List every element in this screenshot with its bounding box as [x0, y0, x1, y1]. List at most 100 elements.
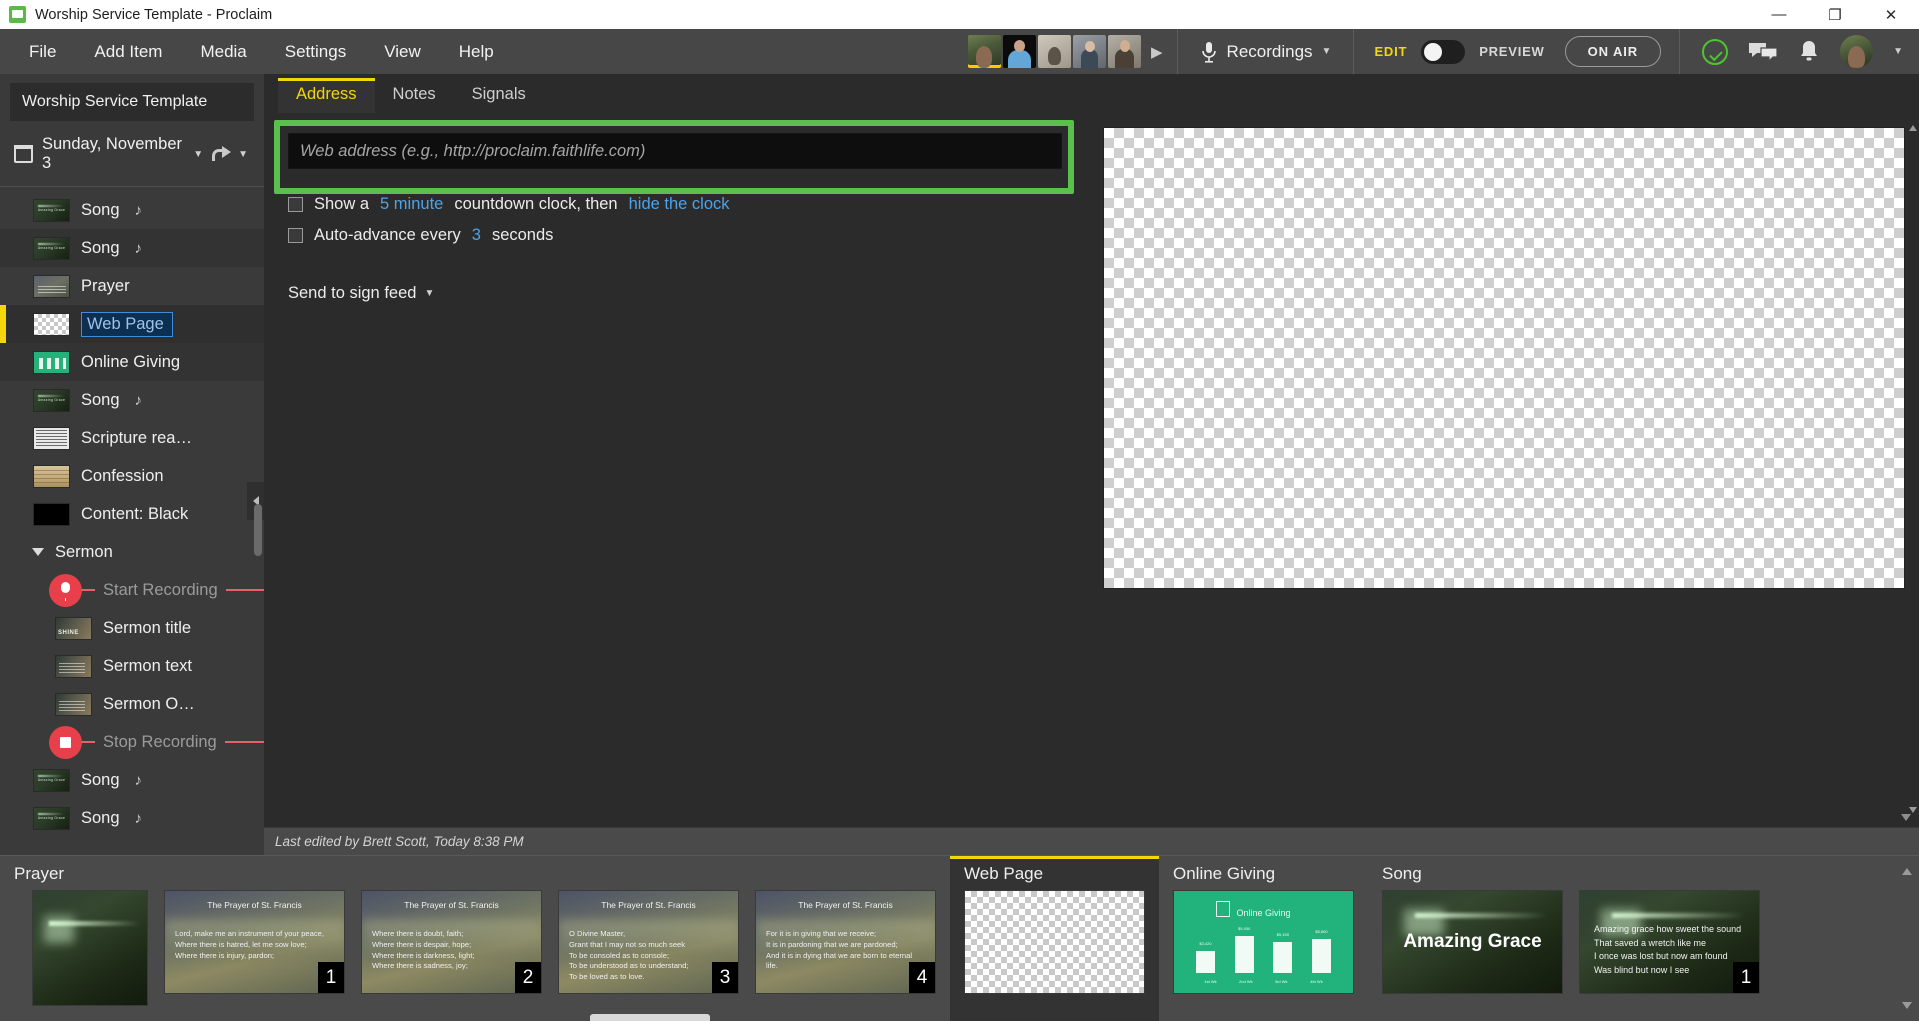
sidebar-scrollbar-thumb[interactable]: [254, 504, 262, 556]
service-item-content-black[interactable]: Content: Black: [0, 495, 264, 533]
auto-advance-checkbox[interactable]: [288, 228, 303, 243]
filmstrip-slide-prayer-2[interactable]: The Prayer of St. Francis Where there is…: [361, 890, 542, 994]
share-menu[interactable]: ▼: [212, 146, 252, 162]
countdown-clock-option-row[interactable]: Show a 5 minute countdown clock, then hi…: [264, 195, 730, 214]
filmstrip-group-title: Web Page: [964, 864, 1044, 883]
user-avatar[interactable]: [1840, 35, 1874, 68]
recordings-menu[interactable]: Recordings ▼: [1178, 29, 1354, 74]
preview-scroll-up-arrow[interactable]: [1908, 125, 1917, 143]
avatars-more-icon[interactable]: ▶: [1143, 43, 1171, 61]
service-item-sermon-title[interactable]: Sermon title: [0, 609, 264, 647]
status-check-icon[interactable]: [1702, 38, 1729, 65]
service-date-label: Sunday, November 3: [42, 135, 183, 172]
avatar-member-5[interactable]: [1108, 35, 1141, 68]
tab-address[interactable]: Address: [278, 78, 375, 113]
menu-file[interactable]: File: [10, 29, 75, 74]
maximize-button[interactable]: ❐: [1807, 0, 1863, 29]
auto-advance-prefix-label: Auto-advance every: [314, 226, 461, 244]
service-item-song-4[interactable]: Song ♪: [0, 761, 264, 799]
service-item-sermon-outline[interactable]: Sermon O…: [0, 685, 264, 723]
service-item-song-3[interactable]: Song ♪: [0, 381, 264, 419]
chat-bubbles-icon[interactable]: [1748, 41, 1778, 63]
service-item-prayer[interactable]: Prayer: [0, 267, 264, 305]
item-thumbnail: [55, 616, 92, 640]
bell-icon[interactable]: [1798, 39, 1820, 64]
service-item-web-page[interactable]: [0, 305, 264, 343]
edit-label: EDIT: [1374, 44, 1408, 59]
service-name-field[interactable]: Worship Service Template: [10, 83, 254, 121]
filmstrip-scroll-down-icon[interactable]: [1902, 1002, 1912, 1009]
slide-list-scroll-down-icon[interactable]: [1901, 814, 1911, 821]
avatar-member-4[interactable]: [1073, 35, 1106, 68]
editor-panel: Address Notes Signals Show a 5 minute co…: [264, 74, 1919, 855]
send-to-sign-feed-menu[interactable]: Send to sign feed ▼: [288, 284, 434, 303]
avatar-member-1[interactable]: [968, 35, 1001, 68]
song-lyrics-text: Amazing grace how sweet the sound That s…: [1594, 924, 1742, 976]
start-recording-microphone-icon[interactable]: [49, 573, 82, 607]
user-menu-chevron-down-icon[interactable]: ▼: [1893, 46, 1903, 57]
start-recording-row[interactable]: Start Recording: [0, 571, 264, 609]
countdown-clock-checkbox[interactable]: [288, 197, 303, 212]
filmstrip-group-title: Online Giving: [1173, 864, 1276, 883]
filmstrip-slide-song-bg[interactable]: [32, 890, 148, 1006]
service-item-rename-input[interactable]: [81, 311, 173, 337]
service-item-online-giving[interactable]: Online Giving: [0, 343, 264, 381]
minimize-button[interactable]: —: [1751, 0, 1807, 29]
service-item-song-1[interactable]: Song ♪: [0, 191, 264, 229]
item-thumbnail: [33, 236, 70, 260]
music-note-icon: ♪: [134, 809, 143, 827]
stop-recording-row[interactable]: Stop Recording: [0, 723, 264, 761]
filmstrip-slide-web-page[interactable]: [964, 890, 1145, 994]
service-item-scripture-reading[interactable]: Scripture rea…: [0, 419, 264, 457]
proclaim-logo-icon: [9, 6, 26, 23]
countdown-action-link[interactable]: hide the clock: [629, 195, 730, 214]
avatar-member-2[interactable]: [1003, 35, 1036, 68]
web-address-input[interactable]: [288, 133, 1062, 169]
slide-preview-canvas[interactable]: [1102, 127, 1905, 589]
window-title: Worship Service Template - Proclaim: [35, 6, 273, 23]
menu-settings[interactable]: Settings: [266, 29, 365, 74]
filmstrip-slide-prayer-4[interactable]: The Prayer of St. Francis For it is in g…: [755, 890, 936, 994]
date-chevron-down-icon[interactable]: ▼: [193, 149, 203, 160]
giving-x-label: 2nd Wk: [1239, 979, 1253, 984]
service-date-row[interactable]: Sunday, November 3 ▼ ▼: [0, 121, 264, 187]
filmstrip-drag-handle[interactable]: [590, 1014, 710, 1021]
service-item-confession[interactable]: Confession: [0, 457, 264, 495]
service-item-label: Content: Black: [81, 504, 189, 523]
filmstrip-slide-song-lyrics[interactable]: Amazing grace how sweet the sound That s…: [1579, 890, 1760, 994]
slide-filmstrip[interactable]: Prayer The Prayer of St. Francis Lord, m…: [0, 855, 1919, 1021]
stop-recording-square-icon[interactable]: [49, 725, 82, 759]
song-title-text: Amazing Grace: [1403, 931, 1542, 952]
avatar-member-3[interactable]: [1038, 35, 1071, 68]
service-item-label: Sermon title: [103, 618, 192, 637]
close-button[interactable]: ✕: [1863, 0, 1919, 29]
auto-advance-option-row[interactable]: Auto-advance every 3 seconds: [264, 226, 553, 245]
group-collapse-caret-icon[interactable]: [32, 548, 44, 556]
team-avatars: ▶: [968, 35, 1177, 68]
tab-notes[interactable]: Notes: [375, 78, 454, 113]
status-icon-group: ▼: [1680, 35, 1919, 68]
item-thumbnail: [33, 806, 70, 830]
auto-advance-seconds-link[interactable]: 3: [472, 226, 481, 245]
menu-media[interactable]: Media: [181, 29, 265, 74]
filmstrip-slide-prayer-3[interactable]: The Prayer of St. Francis O Divine Maste…: [558, 890, 739, 994]
menu-add-item[interactable]: Add Item: [75, 29, 181, 74]
menu-view[interactable]: View: [365, 29, 440, 74]
service-item-song-5[interactable]: Song ♪: [0, 799, 264, 837]
on-air-button[interactable]: ON AIR: [1564, 36, 1662, 67]
microphone-icon: [1201, 41, 1216, 63]
service-item-sermon-text[interactable]: Sermon text: [0, 647, 264, 685]
filmstrip-scroll-up-icon[interactable]: [1902, 868, 1912, 875]
slide-heading: The Prayer of St. Francis: [207, 900, 302, 910]
filmstrip-slide-prayer-1[interactable]: The Prayer of St. Francis Lord, make me …: [164, 890, 345, 994]
menu-help[interactable]: Help: [440, 29, 513, 74]
service-item-list[interactable]: Song ♪ Song ♪ Prayer Online Giving: [0, 187, 264, 855]
service-group-sermon[interactable]: Sermon: [0, 533, 264, 571]
countdown-duration-link[interactable]: 5 minute: [380, 195, 443, 214]
edit-preview-toggle[interactable]: [1421, 39, 1466, 64]
tab-signals[interactable]: Signals: [454, 78, 544, 113]
service-item-song-2[interactable]: Song ♪: [0, 229, 264, 267]
filmstrip-slide-online-giving[interactable]: Online Giving $3,420 $5,930 $5,150 $5,60…: [1173, 890, 1354, 994]
filmstrip-slide-song-title[interactable]: Amazing Grace: [1382, 890, 1563, 994]
slide-heading: The Prayer of St. Francis: [601, 900, 696, 910]
